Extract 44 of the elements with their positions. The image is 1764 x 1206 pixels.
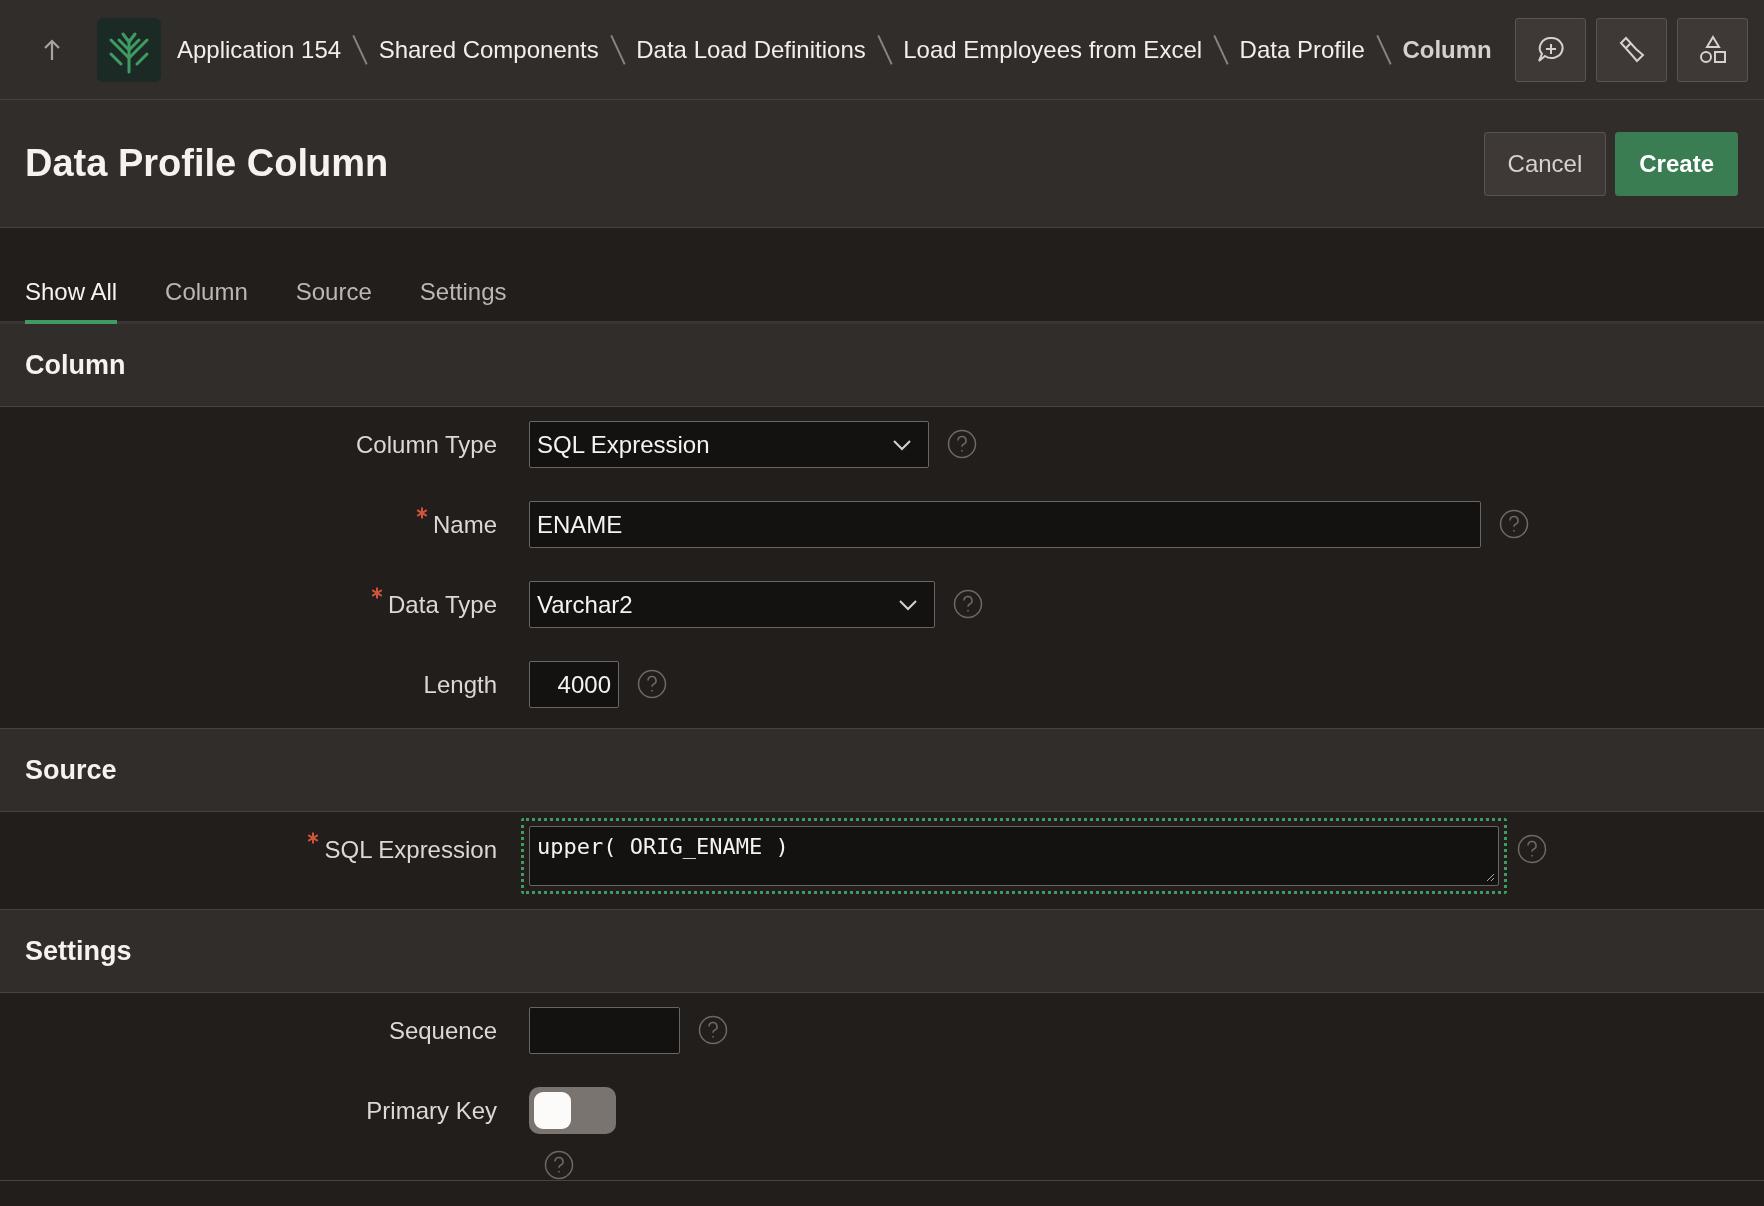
tab[interactable]: Settings [419,278,507,324]
breadcrumb-link[interactable]: Column [1402,35,1492,64]
field-label: Column Type [356,431,497,459]
tree-logo-icon[interactable] [97,17,161,82]
flashlight-button[interactable] [1596,17,1667,82]
help-icon[interactable] [637,669,667,699]
shapes-button[interactable] [1677,17,1748,82]
text-field[interactable]: ENAME [529,501,1481,548]
help-icon[interactable] [1499,509,1529,539]
help-icon[interactable] [953,589,983,619]
text-field[interactable] [529,1007,680,1054]
cancel-button[interactable]: Cancel [1483,131,1607,196]
tab[interactable]: Column [165,278,248,324]
select-field[interactable]: Varchar2 [529,581,935,628]
help-icon[interactable] [1517,834,1547,864]
page-title: Data Profile Column [25,142,389,185]
field-label: Name [432,511,497,539]
toggle-switch[interactable] [529,1087,616,1134]
up-arrow-icon[interactable] [42,37,62,62]
select-field[interactable]: SQL Expression [529,421,929,468]
resize-grip-icon[interactable] [1485,872,1495,882]
help-icon[interactable] [698,1015,728,1045]
breadcrumb-link[interactable]: Data Load Definitions [636,35,866,64]
breadcrumb-link[interactable]: Application 154 [177,35,342,64]
tab[interactable]: Source [295,278,372,324]
breadcrumb-link[interactable]: Shared Components [378,35,599,64]
breadcrumb-link[interactable]: Load Employees from Excel [903,35,1203,64]
section-title: Column [25,349,126,381]
create-button[interactable]: Create [1615,131,1738,196]
chevron-down-icon [898,598,918,611]
section-title: Settings [25,935,132,967]
field-label: Sequence [388,1017,497,1045]
field-label: SQL Expression [324,836,497,864]
code-editor-field[interactable]: upper( ORIG_ENAME ) [521,818,1507,894]
field-label: Data Type [388,591,497,619]
chevron-down-icon [892,438,912,451]
field-label: Length [423,671,497,699]
help-icon[interactable] [544,1150,574,1180]
breadcrumb-link[interactable]: Data Profile [1239,35,1365,64]
help-icon[interactable] [947,429,977,459]
add-comment-button[interactable] [1515,17,1586,82]
field-label: Primary Key [366,1097,497,1125]
number-field[interactable]: 4000 [529,661,619,708]
section-title: Source [25,754,117,786]
